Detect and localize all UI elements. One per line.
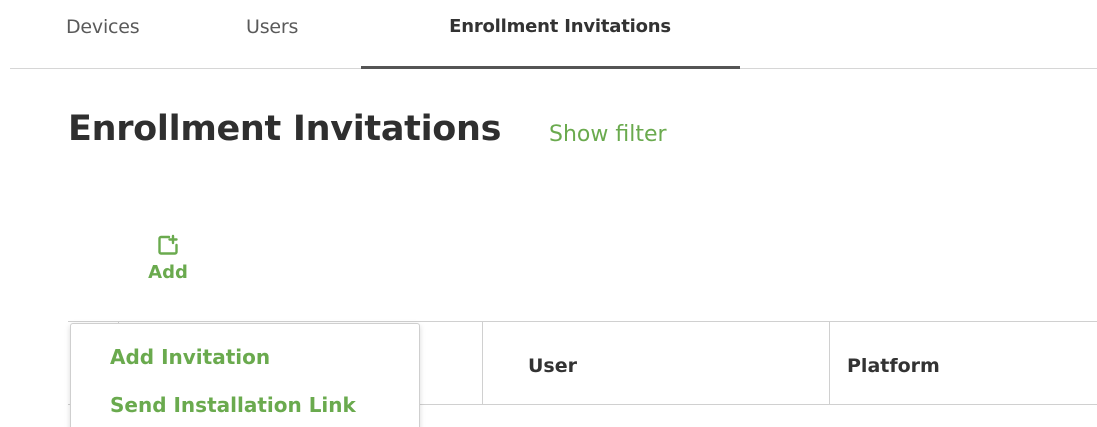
tab-users[interactable]: Users	[246, 16, 298, 38]
menu-item-send-installation-link[interactable]: Send Installation Link	[110, 393, 356, 417]
column-divider	[829, 322, 830, 404]
enrollment-invitations-page: Devices Users Enrollment Invitations Enr…	[0, 0, 1097, 427]
page-title: Enrollment Invitations	[68, 109, 502, 149]
tab-bar: Devices Users Enrollment Invitations	[10, 0, 1097, 69]
column-header-platform[interactable]: Platform	[847, 355, 940, 377]
tab-devices[interactable]: Devices	[66, 16, 140, 38]
column-header-user[interactable]: User	[528, 355, 577, 377]
add-item-icon	[158, 234, 178, 255]
add-button-label: Add	[148, 262, 188, 283]
column-divider	[482, 322, 483, 404]
tab-enrollment-invitations[interactable]: Enrollment Invitations	[370, 16, 750, 37]
menu-item-add-invitation[interactable]: Add Invitation	[110, 345, 270, 369]
add-button[interactable]: Add	[138, 230, 198, 296]
add-dropdown-menu: Add Invitation Send Installation Link	[70, 323, 420, 427]
active-tab-indicator	[361, 66, 740, 69]
show-filter-link[interactable]: Show filter	[549, 122, 667, 147]
